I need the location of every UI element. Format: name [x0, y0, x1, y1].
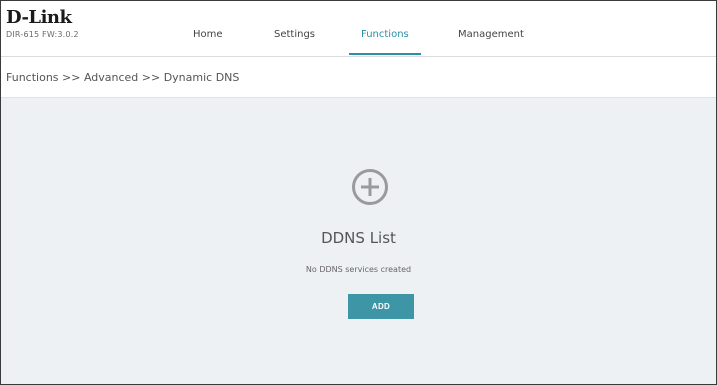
ddns-content-area: DDNS List No DDNS services created ADD — [1, 98, 716, 384]
plus-circle-icon[interactable] — [351, 168, 389, 206]
empty-state-message: No DDNS services created — [305, 265, 412, 274]
breadcrumb: Functions >> Advanced >> Dynamic DNS — [6, 71, 240, 84]
router-admin-window: D-Link DIR-615 FW:3.0.2 Home Settings Fu… — [0, 0, 717, 385]
nav-home[interactable]: Home — [193, 29, 223, 40]
add-ddns-button[interactable]: ADD — [348, 294, 414, 319]
brand-logo[interactable]: D-Link DIR-615 FW:3.0.2 — [6, 7, 79, 40]
breadcrumb-bar: Functions >> Advanced >> Dynamic DNS — [1, 57, 716, 98]
nav-settings[interactable]: Settings — [274, 29, 315, 40]
ddns-list-title: DDNS List — [321, 229, 396, 247]
brand-name: D-Link — [6, 7, 72, 28]
nav-functions[interactable]: Functions — [361, 29, 409, 40]
active-tab-indicator — [349, 53, 421, 55]
top-navigation-bar: D-Link DIR-615 FW:3.0.2 Home Settings Fu… — [1, 1, 716, 57]
nav-management[interactable]: Management — [458, 29, 524, 40]
model-firmware-label: DIR-615 FW:3.0.2 — [6, 30, 79, 39]
